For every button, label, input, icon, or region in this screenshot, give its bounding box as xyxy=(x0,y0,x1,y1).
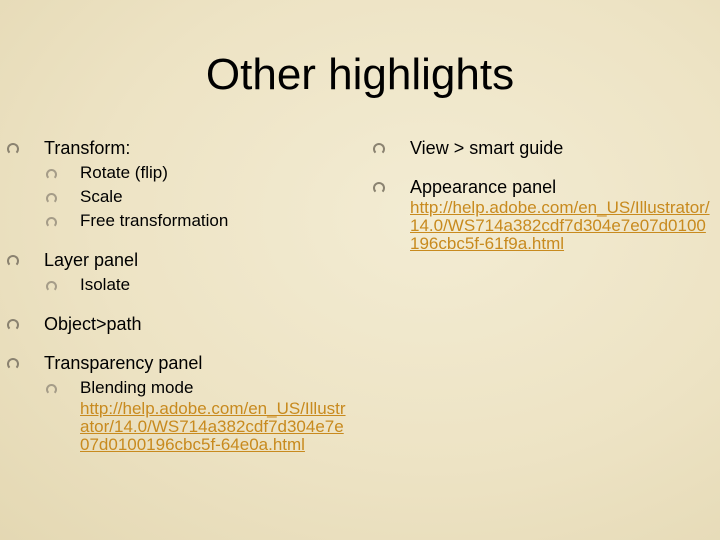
bullet-icon xyxy=(373,143,385,155)
bullet-label: Transform: xyxy=(44,138,131,158)
sub-bullet-blending-mode: Blending mode http://help.adobe.com/en_U… xyxy=(44,376,356,454)
sub-bullet-free-transformation: Free transformation xyxy=(44,209,356,233)
bullet-icon xyxy=(7,255,19,267)
sub-bullet-isolate: Isolate xyxy=(44,273,356,297)
sub-bullet-rotate: Rotate (flip) xyxy=(44,161,356,185)
bullet-label: Object>path xyxy=(44,314,142,334)
sub-bullet-label: Isolate xyxy=(80,275,131,294)
bullet-label: Transparency panel xyxy=(44,353,203,373)
slide: Other highlights Transform: Rotate (flip… xyxy=(0,0,720,540)
bullet-icon xyxy=(7,319,19,331)
bullet-transparency-panel: Transparency panel Blending mode http://… xyxy=(6,351,356,454)
slide-title: Other highlights xyxy=(205,50,515,99)
bullet-icon xyxy=(373,182,385,194)
bullet-transform: Transform: Rotate (flip) Scale Free tran… xyxy=(6,136,356,233)
sub-bullet-label: Free transformation xyxy=(80,211,229,230)
bullet-label: View > smart guide xyxy=(410,138,564,158)
sub-bullet-label: Scale xyxy=(80,187,123,206)
sub-bullet-label: Blending mode xyxy=(80,378,194,397)
blending-mode-link[interactable]: http://help.adobe.com/en_US/Illustrator/… xyxy=(80,400,352,454)
bullet-object-path: Object>path xyxy=(6,312,356,336)
bullet-icon xyxy=(46,169,57,180)
bullet-icon xyxy=(46,217,57,228)
bullet-icon xyxy=(46,384,57,395)
bullet-label: Layer panel xyxy=(44,250,139,270)
bullet-icon xyxy=(46,193,57,204)
right-column: View > smart guide Appearance panel http… xyxy=(372,136,718,268)
bullet-icon xyxy=(7,358,19,370)
appearance-panel-link[interactable]: http://help.adobe.com/en_US/Illustrator/… xyxy=(410,199,712,253)
sub-bullet-label: Rotate (flip) xyxy=(80,163,168,182)
sub-bullet-scale: Scale xyxy=(44,185,356,209)
bullet-icon xyxy=(7,143,19,155)
bullet-appearance-panel: Appearance panel http://help.adobe.com/e… xyxy=(372,175,718,253)
bullet-smart-guide: View > smart guide xyxy=(372,136,718,160)
bullet-label: Appearance panel xyxy=(410,177,557,197)
bullet-icon xyxy=(46,281,57,292)
bullet-layer-panel: Layer panel Isolate xyxy=(6,248,356,297)
left-column: Transform: Rotate (flip) Scale Free tran… xyxy=(6,136,356,469)
